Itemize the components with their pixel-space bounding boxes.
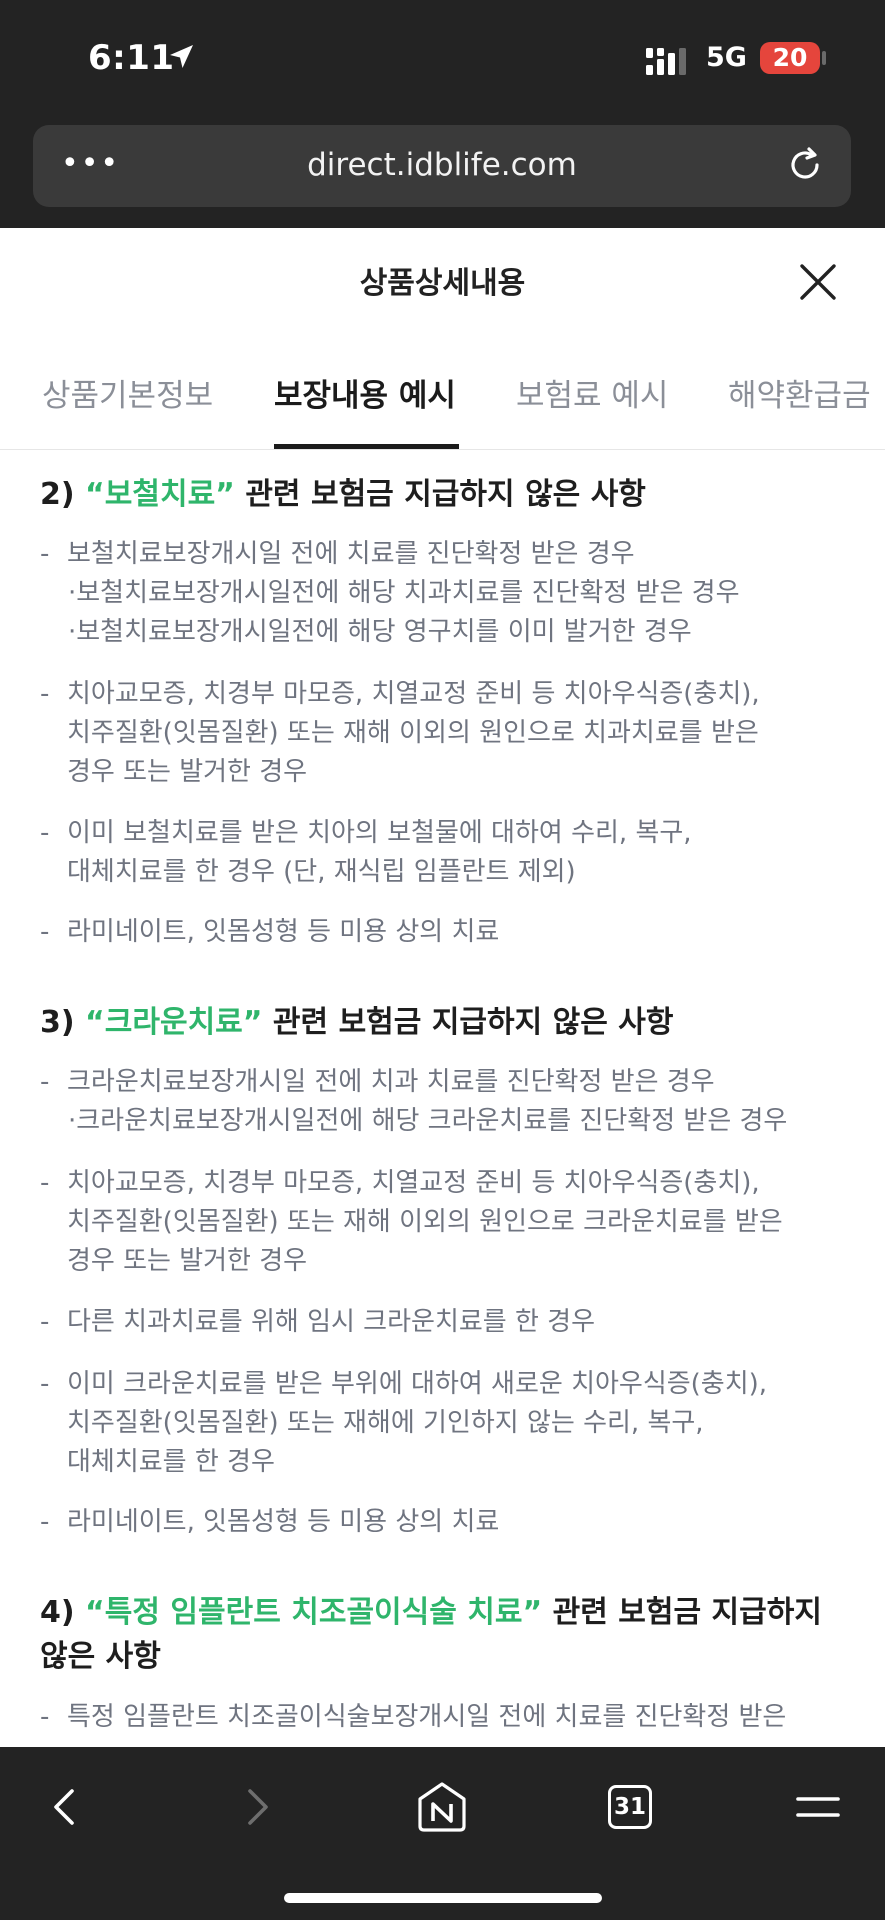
address-url[interactable]: direct.idblife.com: [33, 147, 851, 183]
list-item: - 라미네이트, 잇몸성형 등 미용 상의 치료: [40, 1507, 500, 1537]
section-heading: 2) “보철치료” 관련 보험금 지급하지 않은 사항: [40, 473, 850, 517]
list-item: - 특정 임플란트 치조골이식술보장개시일 전에 치료를 진단확정 받은: [40, 1702, 787, 1732]
section-highlight: “보철치료”: [85, 477, 235, 512]
battery-cap: [822, 51, 826, 65]
tab-bar: 상품기본정보 보장내용 예시 보험료 예시 해약환급금: [0, 340, 885, 450]
close-icon[interactable]: [798, 262, 838, 302]
tab-premium-example[interactable]: 보험료 예시: [516, 370, 668, 415]
home-indicator[interactable]: [284, 1893, 602, 1903]
section-title-rest: 관련 보험금 지급하지: [542, 1595, 822, 1630]
tab-surrender-value[interactable]: 해약환급금: [728, 370, 871, 415]
section-number: 3): [40, 1005, 75, 1040]
list-item: - 크라운치료보장개시일 전에 치과 치료를 진단확정 받은 경우: [40, 1067, 715, 1097]
browser-toolbar: 31: [0, 1747, 885, 1920]
section-title-rest: 관련 보험금 지급하지 않은 사항: [262, 1005, 674, 1040]
list-item: - 라미네이트, 잇몸성형 등 미용 상의 치료: [40, 917, 500, 947]
back-icon[interactable]: [38, 1779, 94, 1835]
list-sub-item: ·크라운치료보장개시일전에 해당 크라운치료를 진단확정 받은 경우: [68, 1106, 788, 1136]
section-heading: 4) “특정 임플란트 치조골이식술 치료” 관련 보험금 지급하지 않은 사항: [40, 1591, 850, 1679]
list-item: - 이미 보철치료를 받은 치아의 보철물에 대하여 수리, 복구, 대체치료를…: [40, 818, 692, 887]
status-bar: 6:11 5G 20 ••• direct.idblife.com: [0, 0, 885, 228]
tab-coverage-example[interactable]: 보장내용 예시: [274, 370, 456, 415]
location-arrow-icon: [170, 45, 193, 68]
battery-level: 20: [760, 42, 820, 74]
status-time: 6:11: [88, 38, 175, 78]
page-title: 상품상세내용: [359, 266, 526, 301]
list-item: - 다른 치과치료를 위해 임시 크라운치료를 한 경우: [40, 1307, 595, 1337]
section-highlight: “크라운치료”: [85, 1005, 263, 1040]
signal-bars-icon: [646, 48, 686, 75]
section-heading: 3) “크라운치료” 관련 보험금 지급하지 않은 사항: [40, 1001, 850, 1045]
section-number: 2): [40, 477, 75, 512]
section-number: 4): [40, 1595, 75, 1630]
reload-icon[interactable]: [785, 145, 825, 185]
hamburger-menu-icon[interactable]: [790, 1779, 846, 1835]
naver-home-icon[interactable]: [414, 1779, 470, 1835]
list-sub-item: ·보철치료보장개시일전에 해당 치과치료를 진단확정 받은 경우: [68, 578, 740, 608]
coverage-content[interactable]: 2) “보철치료” 관련 보험금 지급하지 않은 사항 - 보철치료보장개시일 전…: [0, 451, 885, 1747]
address-bar[interactable]: ••• direct.idblife.com: [33, 125, 851, 207]
list-sub-item: ·보철치료보장개시일전에 해당 영구치를 이미 발거한 경우: [68, 617, 692, 647]
active-tab-indicator: [274, 444, 459, 449]
list-item: - 치아교모증, 치경부 마모증, 치열교정 준비 등 치아우식증(충치), 치…: [40, 1168, 783, 1276]
list-item: - 이미 크라운치료를 받은 부위에 대하여 새로운 치아우식증(충치), 치주…: [40, 1369, 768, 1477]
network-type: 5G: [706, 42, 747, 73]
tab-count-button[interactable]: 31: [608, 1785, 652, 1829]
list-item: - 치아교모증, 치경부 마모증, 치열교정 준비 등 치아우식증(충치), 치…: [40, 679, 760, 787]
list-item: - 보철치료보장개시일 전에 치료를 진단확정 받은 경우: [40, 539, 635, 569]
section-title-rest: 관련 보험금 지급하지 않은 사항: [234, 477, 646, 512]
section-title-rest-line2: 않은 사항: [40, 1639, 161, 1674]
forward-icon[interactable]: [228, 1779, 284, 1835]
tab-product-info[interactable]: 상품기본정보: [42, 370, 213, 415]
section-highlight: “특정 임플란트 치조골이식술 치료”: [85, 1595, 543, 1630]
